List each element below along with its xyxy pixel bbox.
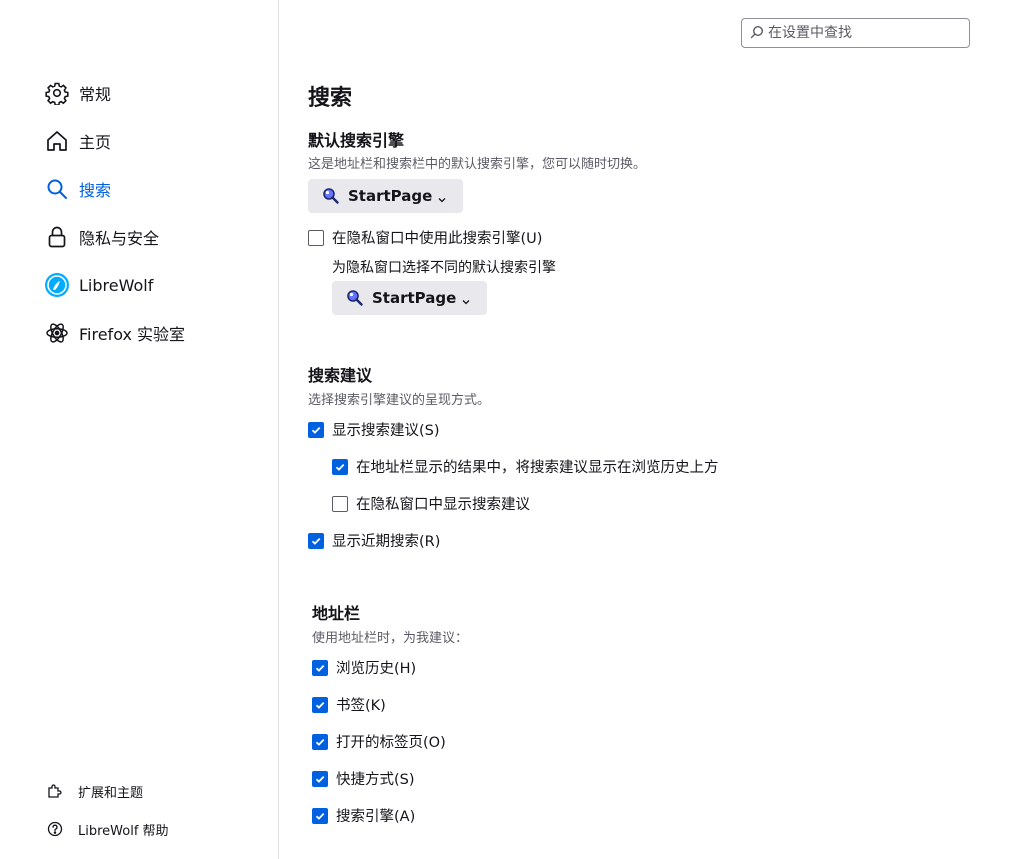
address-bar-engines-label: 搜索引擎(A)	[336, 809, 416, 825]
address-bar-open-tabs-label: 打开的标签页(O)	[336, 735, 446, 751]
suggestions-above-history-label: 在地址栏显示的结果中，将搜索建议显示在浏览历史上方	[356, 460, 719, 476]
sidebar-footer-extensions[interactable]: 扩展和主题	[46, 779, 143, 803]
startpage-icon	[322, 187, 340, 205]
address-bar-engines-row[interactable]: 搜索引擎(A)	[312, 805, 415, 826]
address-bar-history-label: 浏览历史(H)	[336, 661, 417, 677]
search-icon	[750, 24, 764, 43]
address-bar-history-row[interactable]: 浏览历史(H)	[312, 657, 416, 678]
sidebar-item-search[interactable]: 搜索	[44, 171, 111, 207]
default-engine-heading: 默认搜索引擎	[308, 131, 405, 150]
atom-icon	[44, 320, 70, 346]
suggestions-heading: 搜索建议	[308, 366, 373, 385]
private-engine-checkbox-label: 在隐私窗口中使用此搜索引擎(U)	[332, 231, 543, 247]
settings-search-input[interactable]	[764, 25, 963, 41]
private-engine-desc: 为隐私窗口选择不同的默认搜索引擎	[332, 260, 556, 276]
chevron-down-icon	[461, 293, 471, 305]
address-bar-bookmarks-label: 书签(K)	[336, 698, 386, 714]
suggestions-private-label: 在隐私窗口中显示搜索建议	[356, 497, 530, 513]
private-engine-checkbox-row[interactable]: 在隐私窗口中使用此搜索引擎(U)	[308, 227, 542, 248]
address-bar-shortcuts-checkbox[interactable]	[312, 770, 328, 787]
startpage-icon	[346, 289, 364, 307]
gear-icon	[44, 80, 70, 106]
sidebar-item-label: Firefox 实验室	[79, 325, 186, 344]
suggestions-above-history-row[interactable]: 在地址栏显示的结果中，将搜索建议显示在浏览历史上方	[332, 456, 719, 477]
help-icon	[46, 820, 64, 838]
recent-searches-row[interactable]: 显示近期搜索(R)	[308, 530, 440, 551]
show-suggestions-label: 显示搜索建议(S)	[332, 423, 440, 439]
suggestions-above-history-checkbox[interactable]	[332, 458, 348, 475]
settings-search-box[interactable]	[741, 18, 970, 48]
sidebar-item-privacy[interactable]: 隐私与安全	[44, 219, 159, 255]
address-bar-open-tabs-row[interactable]: 打开的标签页(O)	[312, 731, 446, 752]
default-engine-desc: 这是地址栏和搜索栏中的默认搜索引擎，您可以随时切换。	[308, 157, 647, 172]
sidebar-item-label: 隐私与安全	[79, 229, 160, 248]
address-bar-engines-checkbox[interactable]	[312, 807, 328, 824]
sidebar-item-label: LibreWolf	[79, 275, 154, 295]
address-bar-bookmarks-checkbox[interactable]	[312, 696, 328, 713]
sidebar-item-labs[interactable]: Firefox 实验室	[44, 315, 185, 351]
sidebar-item-general[interactable]: 常规	[44, 75, 111, 111]
recent-searches-checkbox[interactable]	[308, 532, 324, 549]
sidebar-item-label: 主页	[79, 133, 112, 152]
sidebar-footer-label: 扩展和主题	[78, 785, 144, 801]
sidebar: 常规 主页 搜索 隐私与安全 LibreWolf Firefox 实验室 扩展和…	[0, 0, 279, 859]
address-bar-heading: 地址栏	[312, 604, 361, 623]
puzzle-icon	[46, 782, 64, 800]
sidebar-item-label: 搜索	[79, 181, 112, 200]
suggestions-private-row[interactable]: 在隐私窗口中显示搜索建议	[332, 493, 530, 514]
sidebar-footer-help[interactable]: LibreWolf 帮助	[46, 817, 169, 841]
lock-icon	[44, 224, 70, 250]
show-suggestions-row[interactable]: 显示搜索建议(S)	[308, 419, 440, 440]
recent-searches-label: 显示近期搜索(R)	[332, 534, 441, 550]
private-engine-label: StartPage	[372, 289, 457, 307]
address-bar-desc: 使用地址栏时，为我建议：	[312, 631, 469, 646]
address-bar-open-tabs-checkbox[interactable]	[312, 733, 328, 750]
page-title: 搜索	[308, 86, 353, 111]
private-engine-checkbox[interactable]	[308, 229, 324, 246]
address-bar-shortcuts-label: 快捷方式(S)	[336, 772, 415, 788]
sidebar-item-librewolf[interactable]: LibreWolf	[44, 267, 153, 303]
show-suggestions-checkbox[interactable]	[308, 421, 324, 438]
suggestions-desc: 选择搜索引擎建议的呈现方式。	[308, 393, 491, 408]
private-engine-select[interactable]: StartPage	[332, 281, 488, 315]
default-engine-label: StartPage	[348, 187, 433, 205]
home-icon	[44, 128, 70, 154]
sidebar-footer-label: LibreWolf 帮助	[78, 823, 169, 839]
sidebar-item-label: 常规	[79, 85, 112, 104]
chevron-down-icon	[437, 191, 447, 203]
sidebar-item-home[interactable]: 主页	[44, 123, 111, 159]
librewolf-icon	[44, 272, 70, 298]
address-bar-bookmarks-row[interactable]: 书签(K)	[312, 694, 386, 715]
search-icon	[44, 176, 70, 202]
suggestions-private-checkbox[interactable]	[332, 495, 348, 512]
address-bar-shortcuts-row[interactable]: 快捷方式(S)	[312, 768, 415, 789]
default-engine-select[interactable]: StartPage	[308, 179, 464, 213]
address-bar-history-checkbox[interactable]	[312, 659, 328, 676]
